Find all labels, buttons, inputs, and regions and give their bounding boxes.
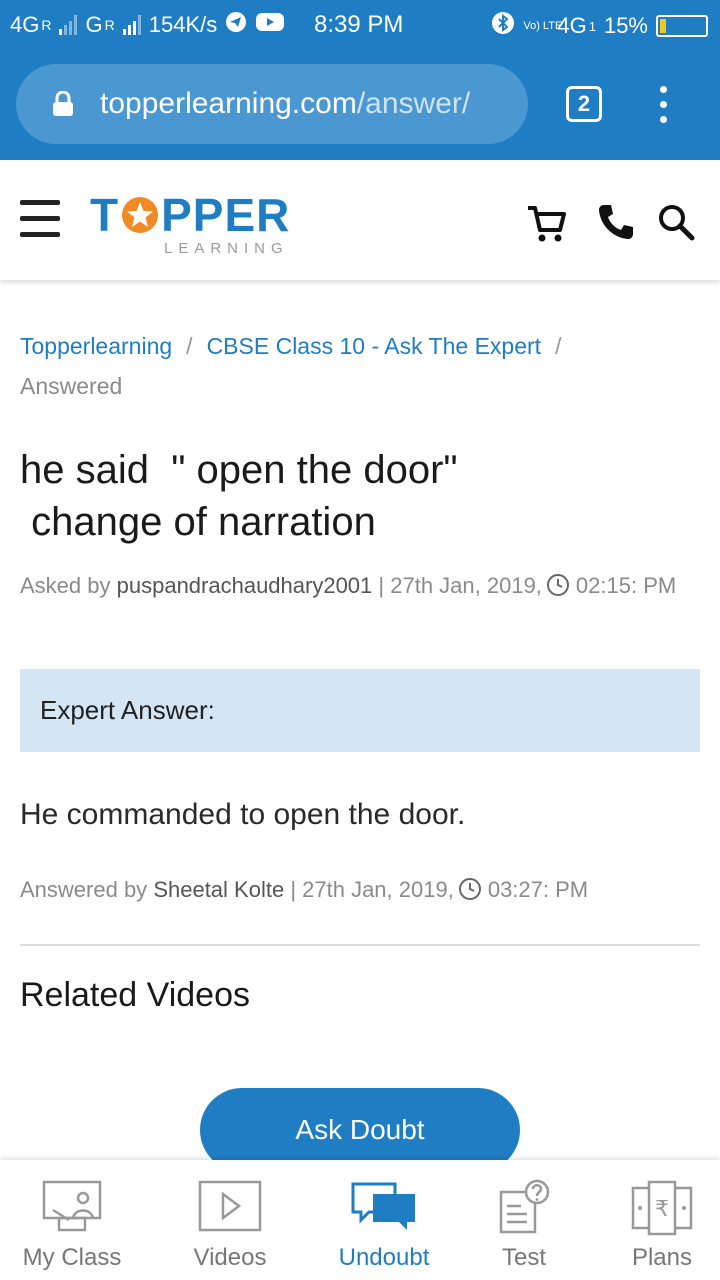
roaming-indicator-2: R <box>104 17 115 33</box>
browser-toolbar: topperlearning.com/answer/ 2 <box>0 50 720 160</box>
breadcrumb-current: Answered <box>20 373 123 399</box>
chat-bubbles-icon <box>351 1178 417 1236</box>
breadcrumb-separator: / <box>186 333 193 359</box>
network-type-right: 4G <box>557 13 587 38</box>
bluetooth-icon <box>491 11 515 41</box>
nav-label-videos: Videos <box>193 1244 267 1271</box>
youtube-icon <box>255 11 285 39</box>
answered-date: | 27th Jan, 2019, <box>290 877 454 902</box>
asked-time: 02:15: PM <box>575 573 677 598</box>
asked-date: | 27th Jan, 2019, <box>378 573 542 598</box>
url-text: topperlearning.com/answer/ <box>100 87 470 121</box>
nav-item-undoubt[interactable]: Undoubt <box>312 1160 456 1280</box>
topper-logo[interactable]: T PPER LEARNING <box>90 192 290 262</box>
question-title: he said " open the door" change of narra… <box>20 448 458 544</box>
breadcrumb: Topperlearning / CBSE Class 10 - Ask The E… <box>20 326 700 406</box>
status-left: 4G R GR 154K/s <box>10 11 285 39</box>
nav-label-undoubt: Undoubt <box>338 1244 430 1271</box>
url-path: /answer/ <box>356 87 471 120</box>
logo-letter-t: T <box>90 189 120 241</box>
svg-text:₹: ₹ <box>655 1197 669 1222</box>
nav-label-test: Test <box>501 1244 546 1271</box>
network-speed: 154K/s <box>148 12 218 37</box>
cart-icon[interactable] <box>526 202 566 242</box>
breadcrumb-separator-2: / <box>555 333 562 359</box>
logo-letters-pper: PPER <box>161 189 291 241</box>
signal-strength-icon <box>59 15 78 35</box>
logo-star-icon <box>120 195 160 235</box>
asked-by-prefix: Asked by <box>20 573 111 598</box>
lock-icon <box>52 90 74 117</box>
asked-by-user: puspandrachaudhary2001 <box>116 573 373 598</box>
phone-icon[interactable] <box>596 202 636 242</box>
roaming-indicator: R <box>41 17 52 33</box>
battery-percent: 15% <box>603 13 648 38</box>
breadcrumb-link-home[interactable]: Topperlearning <box>20 333 172 359</box>
answered-by-prefix: Answered by <box>20 877 148 902</box>
battery-icon <box>656 15 708 37</box>
logo-subtitle: LEARNING <box>164 240 289 257</box>
nav-item-plans[interactable]: ₹ Plans <box>590 1160 720 1280</box>
nav-item-test[interactable]: Test <box>452 1160 596 1280</box>
breadcrumb-link-ask-expert[interactable]: CBSE Class 10 - Ask The Expert <box>207 333 542 359</box>
answered-time: 03:27: PM <box>487 877 589 902</box>
answer-meta: Answered by Sheetal Kolte | 27th Jan, 20… <box>20 876 700 904</box>
url-domain: topperlearning.com <box>100 87 357 120</box>
nav-label-plans: Plans <box>631 1244 693 1271</box>
network-type-left: 4G <box>10 12 40 37</box>
section-divider <box>20 944 700 946</box>
sim-index: 1 <box>588 18 596 34</box>
classroom-icon <box>39 1178 105 1236</box>
nav-item-videos[interactable]: Videos <box>158 1160 302 1280</box>
question-meta: Asked by puspandrachaudhary2001 | 27th J… <box>20 572 700 600</box>
signal-strength-icon-2 <box>122 15 141 35</box>
site-header: T PPER LEARNING <box>0 160 720 280</box>
nav-item-my-class[interactable]: My Class <box>0 1160 144 1280</box>
answered-by-user: Sheetal Kolte <box>153 877 285 902</box>
test-icon <box>491 1178 557 1236</box>
expert-answer-header: Expert Answer: <box>20 669 700 752</box>
related-videos-title: Related Videos <box>20 976 250 1014</box>
rupee-plans-icon: ₹ <box>629 1178 695 1236</box>
video-play-icon <box>197 1178 263 1236</box>
status-right: Vo) LTE 4G 1 15% <box>491 11 708 41</box>
status-time: 8:39 PM <box>314 11 404 38</box>
clock-icon <box>546 573 570 597</box>
volte-indicator: Vo) LTE <box>523 19 563 32</box>
network-type-mid: G <box>85 12 103 37</box>
tab-switcher-button[interactable]: 2 <box>566 86 602 122</box>
browser-menu-icon[interactable] <box>656 86 670 124</box>
answer-text: He commanded to open the door. <box>20 798 466 831</box>
telegram-icon <box>225 11 247 39</box>
nav-label-my-class: My Class <box>22 1244 122 1271</box>
bottom-navigation: My Class Videos Undoubt Test ₹ Plans <box>0 1160 720 1280</box>
search-icon[interactable] <box>656 202 696 242</box>
address-bar[interactable]: topperlearning.com/answer/ <box>16 64 528 144</box>
menu-icon[interactable] <box>20 200 60 238</box>
status-bar: 4G R GR 154K/s 8:39 PM Vo) LTE 4G 1 15% <box>0 0 720 50</box>
clock-icon-2 <box>458 877 482 901</box>
